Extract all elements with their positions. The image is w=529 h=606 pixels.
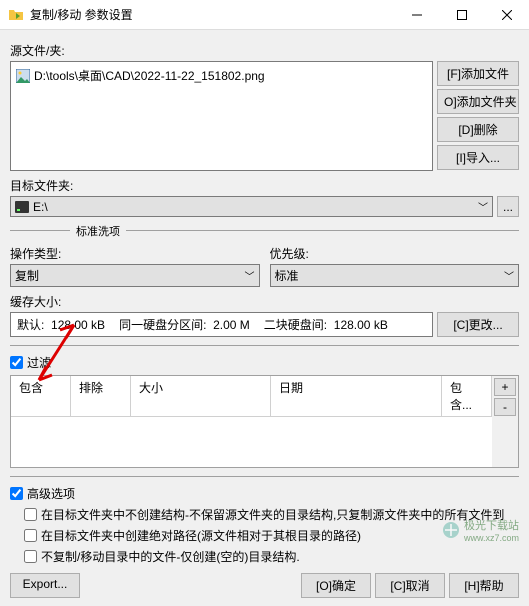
title-bar: 复制/移动 参数设置	[0, 0, 529, 30]
app-icon	[8, 7, 24, 23]
col-exclude[interactable]: 排除	[71, 376, 131, 416]
chevron-down-icon: ﹀	[478, 199, 488, 214]
op-type-label: 操作类型:	[10, 245, 260, 262]
ok-button[interactable]: [O]确定	[301, 573, 371, 598]
standard-section-header: 标准洗项	[10, 223, 519, 237]
file-path: D:\tools\桌面\CAD\2022-11-22_151802.png	[34, 67, 265, 84]
maximize-button[interactable]	[439, 0, 484, 30]
col-size[interactable]: 大小	[131, 376, 271, 416]
cache-label: 缓存大小:	[10, 293, 519, 310]
minimize-button[interactable]	[394, 0, 439, 30]
filter-table: 包含 排除 大小 日期 包含... + -	[10, 375, 519, 468]
filter-checkbox[interactable]: 过滤	[10, 354, 519, 371]
import-button[interactable]: [I]导入...	[437, 145, 519, 170]
list-item[interactable]: D:\tools\桌面\CAD\2022-11-22_151802.png	[15, 66, 428, 85]
col-include2[interactable]: 包含...	[442, 376, 492, 416]
add-folder-button[interactable]: O]添加文件夹	[437, 89, 519, 114]
op-type-select[interactable]: 复制﹀	[10, 264, 260, 287]
cache-change-button[interactable]: [C]更改...	[437, 312, 519, 337]
priority-select[interactable]: 标准﹀	[270, 264, 520, 287]
close-button[interactable]	[484, 0, 529, 30]
add-file-button[interactable]: [F]添加文件	[437, 61, 519, 86]
export-button[interactable]: Export...	[10, 573, 80, 598]
filter-body[interactable]	[11, 417, 492, 467]
source-file-list[interactable]: D:\tools\桌面\CAD\2022-11-22_151802.png	[10, 61, 433, 171]
col-date[interactable]: 日期	[271, 376, 442, 416]
image-file-icon	[16, 69, 30, 83]
adv-opt2[interactable]: 在目标文件夹中创建绝对路径(源文件相对于其根目录的路径)	[24, 527, 519, 544]
chevron-down-icon: ﹀	[504, 268, 514, 283]
window-title: 复制/移动 参数设置	[30, 6, 394, 23]
source-label: 源文件/夹:	[10, 42, 519, 59]
filter-header: 包含 排除 大小 日期 包含...	[11, 376, 492, 417]
col-include[interactable]: 包含	[11, 376, 71, 416]
filter-remove-button[interactable]: -	[494, 398, 516, 416]
help-button[interactable]: [H]帮助	[449, 573, 519, 598]
chevron-down-icon: ﹀	[245, 268, 255, 283]
cancel-button[interactable]: [C]取消	[375, 573, 445, 598]
adv-opt3[interactable]: 不复制/移动目录中的文件-仅创建(空的)目录结构.	[24, 548, 519, 565]
disk-icon	[15, 201, 29, 213]
delete-button[interactable]: [D]删除	[437, 117, 519, 142]
dest-value: E:\	[33, 200, 48, 214]
dest-label: 目标文件夹:	[10, 177, 519, 194]
cache-info: 默认: 128.00 kB 同一硬盘分区间: 2.00 M 二块硬盘间: 128…	[10, 312, 433, 337]
dest-folder-select[interactable]: E:\ ﹀	[10, 196, 493, 217]
browse-button[interactable]: ...	[497, 196, 519, 217]
advanced-checkbox[interactable]: 高级选项	[10, 485, 519, 502]
priority-label: 优先级:	[270, 245, 520, 262]
adv-opt1[interactable]: 在目标文件夹中不创建结构-不保留源文件夹的目录结构,只复制源文件夹中的所有文件到	[24, 506, 519, 523]
filter-add-button[interactable]: +	[494, 378, 516, 396]
